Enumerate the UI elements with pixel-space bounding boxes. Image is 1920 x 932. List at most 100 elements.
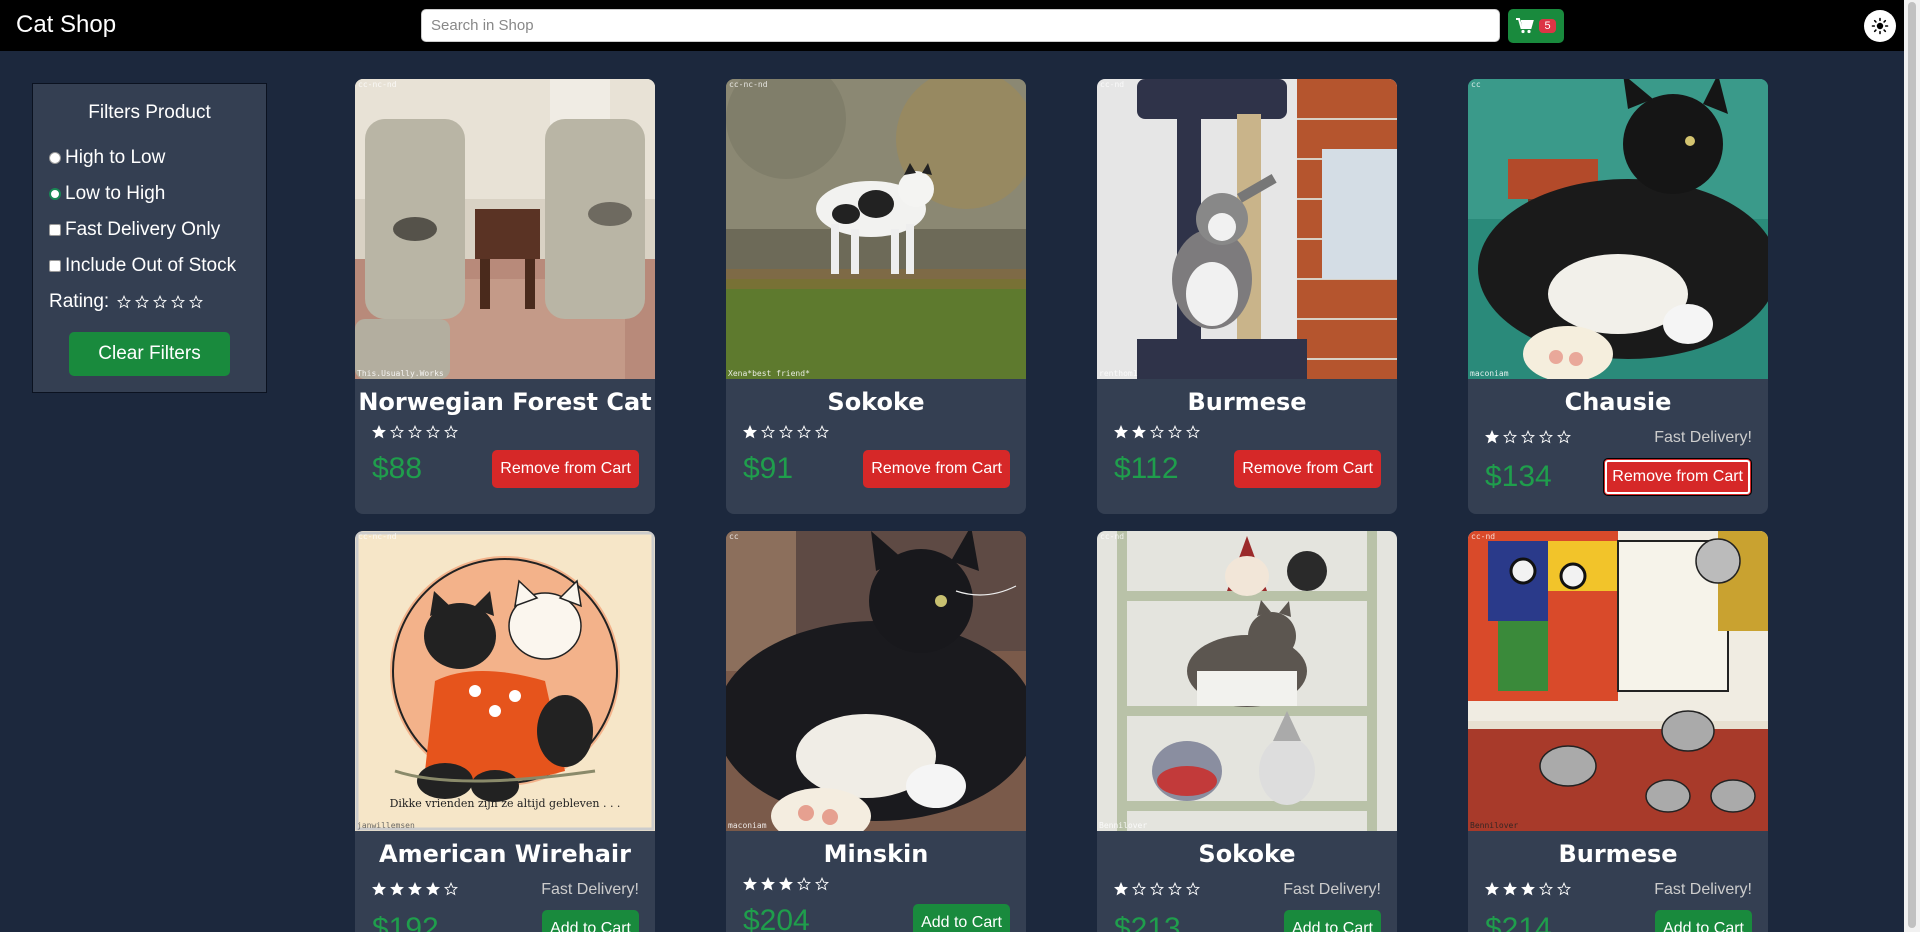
image-caption: Dikke vrienden zijn ze altijd gebleven .… [389,797,621,810]
star-filled-icon [743,877,757,891]
add-to-cart-button[interactable]: Add to Cart [1284,910,1381,932]
product-rating [1114,425,1200,439]
star-filled-icon [779,877,793,891]
image-credit-text: Bennilover [1470,821,1519,830]
star-empty-icon [1521,430,1535,444]
image-license-text: cc [1471,80,1481,89]
star-empty-icon [1503,430,1517,444]
product-image: Dikke vrienden zijn ze altijd gebleven .… [355,531,655,831]
star-empty-icon [815,877,829,891]
image-license-text: cc-nd [1100,532,1125,541]
star-empty-icon [408,425,422,439]
remove-from-cart-button[interactable]: Remove from Cart [1603,458,1752,496]
product-price: $204 [743,904,810,932]
image-license-text: cc-nc-nd [358,532,397,541]
image-credit-text: janwillemsen [357,821,415,830]
star-empty-icon [779,425,793,439]
product-image: cc-nc-nd Xena*best friend* [726,79,1026,379]
star-empty-icon [444,882,458,896]
product-price: $91 [743,452,794,485]
theme-toggle-button[interactable] [1864,10,1896,42]
add-to-cart-button[interactable]: Add to Cart [542,910,639,932]
rating-filter: Rating: [49,291,204,313]
star-filled-icon [1503,882,1517,896]
radio-high-to-low[interactable] [49,152,61,164]
rating-filter-star-icon[interactable] [171,295,186,309]
rating-filter-star-icon[interactable] [117,295,132,309]
remove-from-cart-button[interactable]: Remove from Cart [863,450,1010,488]
image-license-text: cc-nc-nd [729,80,768,89]
product-card: Dikke vrienden zijn ze altijd gebleven .… [355,531,655,932]
star-empty-icon [815,425,829,439]
product-price: $192 [372,912,439,932]
star-empty-icon [1150,882,1164,896]
rating-filter-star-icon[interactable] [135,295,150,309]
product-name: Norwegian Forest Cat [358,388,652,416]
cart-button[interactable]: 5 [1508,9,1564,43]
image-credit-text: Xena*best friend* [728,369,810,378]
star-empty-icon [1168,425,1182,439]
fast-delivery-option[interactable]: Fast Delivery Only [49,219,220,241]
fast-delivery-label: Fast Delivery! [1654,429,1752,446]
page-scrollbar[interactable] [1904,0,1920,932]
scrollbar-thumb[interactable] [1908,2,1916,928]
filters-title: Filters Product [88,102,211,123]
product-card: cc-nd Bennilover Burmese Fast Delivery! … [1468,531,1768,932]
brand-logo[interactable]: Cat Shop [16,11,116,39]
cart-count-badge: 5 [1539,19,1556,33]
rating-filter-star-icon[interactable] [189,295,204,309]
image-credit-text: renthom1 [1099,369,1138,378]
add-to-cart-button[interactable]: Add to Cart [1655,910,1752,932]
product-rating [1485,882,1571,896]
star-filled-icon [1521,882,1535,896]
image-license-text: cc-nd [1100,80,1125,89]
top-navbar: Cat Shop 5 [0,0,1920,51]
fast-delivery-label: Fast Delivery! [541,881,639,898]
rating-label: Rating: [49,291,110,312]
product-name: American Wirehair [379,840,631,868]
remove-from-cart-button[interactable]: Remove from Cart [1234,450,1381,488]
search-input[interactable] [421,9,1500,42]
star-filled-icon [372,425,386,439]
star-empty-icon [1557,430,1571,444]
rating-filter-stars[interactable] [117,295,204,309]
product-rating [1485,430,1571,444]
rating-filter-star-icon[interactable] [153,295,168,309]
out-of-stock-label: Include Out of Stock [65,255,237,276]
star-empty-icon [1186,882,1200,896]
sort-low-to-high-option[interactable]: Low to High [49,183,165,205]
remove-from-cart-button[interactable]: Remove from Cart [492,450,639,488]
product-price: $213 [1114,912,1181,932]
product-rating [1114,882,1200,896]
sort-high-to-low-option[interactable]: High to Low [49,147,165,169]
star-filled-icon [761,877,775,891]
star-empty-icon [1557,882,1571,896]
fast-delivery-label: Fast Delivery Only [65,219,221,240]
clear-filters-button[interactable]: Clear Filters [69,332,230,376]
sort-high-to-low-label: High to Low [65,147,166,168]
product-rating [743,877,829,891]
product-image: cc-nd Bennilover [1097,531,1397,831]
star-empty-icon [444,425,458,439]
image-credit-text: maconiam [1470,369,1509,378]
star-filled-icon [743,425,757,439]
product-price: $112 [1114,452,1179,485]
product-price: $88 [372,452,423,485]
out-of-stock-checkbox[interactable] [49,260,61,272]
product-image: cc maconiam [726,531,1026,831]
product-price: $134 [1485,460,1552,493]
product-name: Chausie [1564,388,1672,416]
image-credit-text: maconiam [728,821,767,830]
star-empty-icon [761,425,775,439]
radio-low-to-high[interactable] [49,188,61,200]
product-image: cc maconiam [1468,79,1768,379]
add-to-cart-button[interactable]: Add to Cart [913,904,1010,932]
fast-delivery-checkbox[interactable] [49,224,61,236]
out-of-stock-option[interactable]: Include Out of Stock [49,255,236,277]
product-rating [743,425,829,439]
star-filled-icon [1114,425,1128,439]
product-image: cc-nd Bennilover [1468,531,1768,831]
product-card: cc-nd Bennilover Sokoke Fast Delivery! $… [1097,531,1397,932]
product-card: cc-nc-nd This.Usually.Works Norwegian Fo… [355,79,655,514]
product-name: Burmese [1558,840,1678,868]
